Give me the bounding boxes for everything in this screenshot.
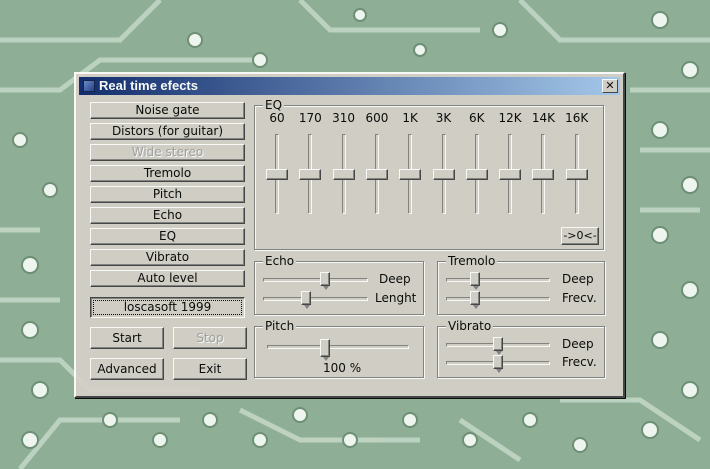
eq-reset-button[interactable]: ->0<- — [561, 227, 599, 245]
pitch-group: Pitch 100 % — [254, 319, 424, 378]
eq-band-slider[interactable] — [499, 168, 522, 180]
advanced-button[interactable]: Advanced — [90, 358, 164, 380]
effect-button-auto-level[interactable]: Auto level — [90, 270, 245, 287]
tremolo-freq-label: Frecv. — [562, 291, 597, 305]
eq-group: EQ 60 170 310 600 1K 3K 6K 12K 14K 16K ->0<- — [254, 98, 604, 250]
eq-band-label: 16K — [565, 111, 589, 125]
vibrato-deep-label: Deep — [562, 337, 594, 351]
effect-button-wide-stereo[interactable]: Wide stereo — [90, 144, 245, 161]
eq-band-slider[interactable] — [432, 168, 455, 180]
echo-length-slider[interactable] — [301, 291, 311, 309]
eq-group-title: EQ — [263, 98, 285, 112]
close-icon[interactable]: ✕ — [602, 79, 618, 93]
stop-button[interactable]: Stop — [173, 327, 247, 349]
effect-button-noise-gate[interactable]: Noise gate — [90, 102, 245, 119]
vibrato-freq-slider[interactable] — [493, 355, 503, 373]
eq-band-slider[interactable] — [565, 168, 588, 180]
pitch-value: 100 % — [323, 361, 362, 375]
eq-band-label: 600 — [365, 111, 389, 125]
eq-band-label: 12K — [498, 111, 522, 125]
tremolo-deep-slider[interactable] — [469, 272, 480, 290]
real-time-effects-window: Real time efects ✕ Noise gate Distors (fo… — [74, 72, 625, 398]
eq-band-label: 6K — [469, 111, 485, 125]
pitch-group-title: Pitch — [263, 319, 297, 333]
eq-band-label: 310 — [332, 111, 356, 125]
title-bar[interactable]: Real time efects ✕ — [79, 77, 620, 95]
tremolo-deep-label: Deep — [562, 272, 594, 286]
vibrato-deep-slider[interactable] — [493, 337, 503, 355]
eq-band-label: 1K — [402, 111, 418, 125]
effect-button-tremolo[interactable]: Tremolo — [90, 165, 245, 182]
tremolo-deep-track — [446, 278, 550, 282]
credit-box: loscasoft 1999 — [90, 297, 245, 318]
echo-group: Echo Deep Lenght — [254, 254, 424, 315]
echo-deep-slider[interactable] — [320, 272, 330, 290]
eq-band-slider[interactable] — [399, 168, 422, 180]
vibrato-freq-label: Frecv. — [562, 355, 597, 369]
effect-button-echo[interactable]: Echo — [90, 207, 245, 224]
effect-button-eq[interactable]: EQ — [90, 228, 245, 245]
exit-button[interactable]: Exit — [173, 358, 247, 380]
vibrato-group: Vibrato Deep Frecv. — [437, 319, 605, 378]
tremolo-group: Tremolo Deep Frecv. — [437, 254, 605, 315]
echo-group-title: Echo — [263, 254, 297, 268]
vibrato-group-title: Vibrato — [446, 319, 494, 333]
eq-band-label: 3K — [435, 111, 452, 125]
tremolo-freq-slider[interactable] — [469, 291, 480, 309]
pitch-slider[interactable] — [319, 339, 330, 361]
echo-length-label: Lenght — [375, 291, 417, 305]
window-title: Real time efects — [99, 78, 198, 93]
tremolo-group-title: Tremolo — [446, 254, 498, 268]
echo-deep-track — [263, 278, 368, 282]
pitch-track — [267, 345, 409, 349]
eq-band-slider[interactable] — [266, 168, 288, 180]
start-button[interactable]: Start — [90, 327, 164, 349]
eq-band-slider[interactable] — [365, 168, 388, 180]
echo-length-track — [263, 297, 368, 301]
credit-text: loscasoft 1999 — [123, 300, 212, 314]
effect-button-pitch[interactable]: Pitch — [90, 186, 245, 203]
echo-deep-label: Deep — [379, 272, 411, 286]
app-icon — [83, 80, 95, 92]
eq-band-slider[interactable] — [332, 168, 355, 180]
eq-band-slider[interactable] — [532, 168, 555, 180]
tremolo-freq-track — [446, 297, 550, 301]
effect-button-vibrato[interactable]: Vibrato — [90, 249, 245, 266]
eq-band-label: 60 — [269, 111, 285, 125]
eq-band-slider[interactable] — [299, 168, 322, 180]
eq-band-label: 14K — [531, 111, 555, 125]
eq-band-slider[interactable] — [465, 168, 488, 180]
eq-band-label: 170 — [298, 111, 322, 125]
effect-button-distors-for-guitar[interactable]: Distors (for guitar) — [90, 123, 245, 140]
